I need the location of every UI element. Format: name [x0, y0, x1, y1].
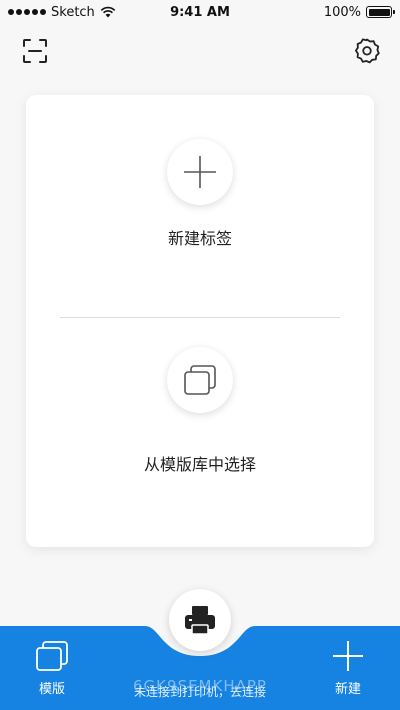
stacked-pages-icon [184, 365, 216, 395]
status-right: 100% [323, 4, 395, 20]
templates-tab-icon [36, 641, 68, 671]
action-card: 新建标签 从模版库中选择 [26, 95, 374, 547]
choose-template-text[interactable]: 从模版库中选择 [26, 451, 374, 475]
plus-tab-icon [333, 641, 363, 671]
status-bar: Sketch 9:41 AM 100% [0, 0, 400, 24]
printer-icon [185, 606, 215, 635]
choose-template-button[interactable] [167, 347, 233, 413]
signal-icon [8, 9, 46, 15]
printer-connection-status[interactable]: 未连接到打印机，去连接 [0, 683, 400, 700]
gear-icon[interactable] [352, 36, 382, 66]
battery-percent: 100% [323, 4, 361, 20]
status-left: Sketch [8, 5, 116, 20]
wifi-icon [100, 6, 116, 18]
new-label-text[interactable]: 新建标签 [26, 225, 374, 249]
new-label-button[interactable] [167, 139, 233, 205]
carrier-name: Sketch [51, 4, 95, 20]
scan-icon[interactable] [20, 36, 50, 66]
battery-icon [366, 6, 395, 18]
plus-icon [184, 156, 216, 188]
printer-button[interactable] [169, 589, 231, 651]
card-divider [60, 317, 340, 318]
